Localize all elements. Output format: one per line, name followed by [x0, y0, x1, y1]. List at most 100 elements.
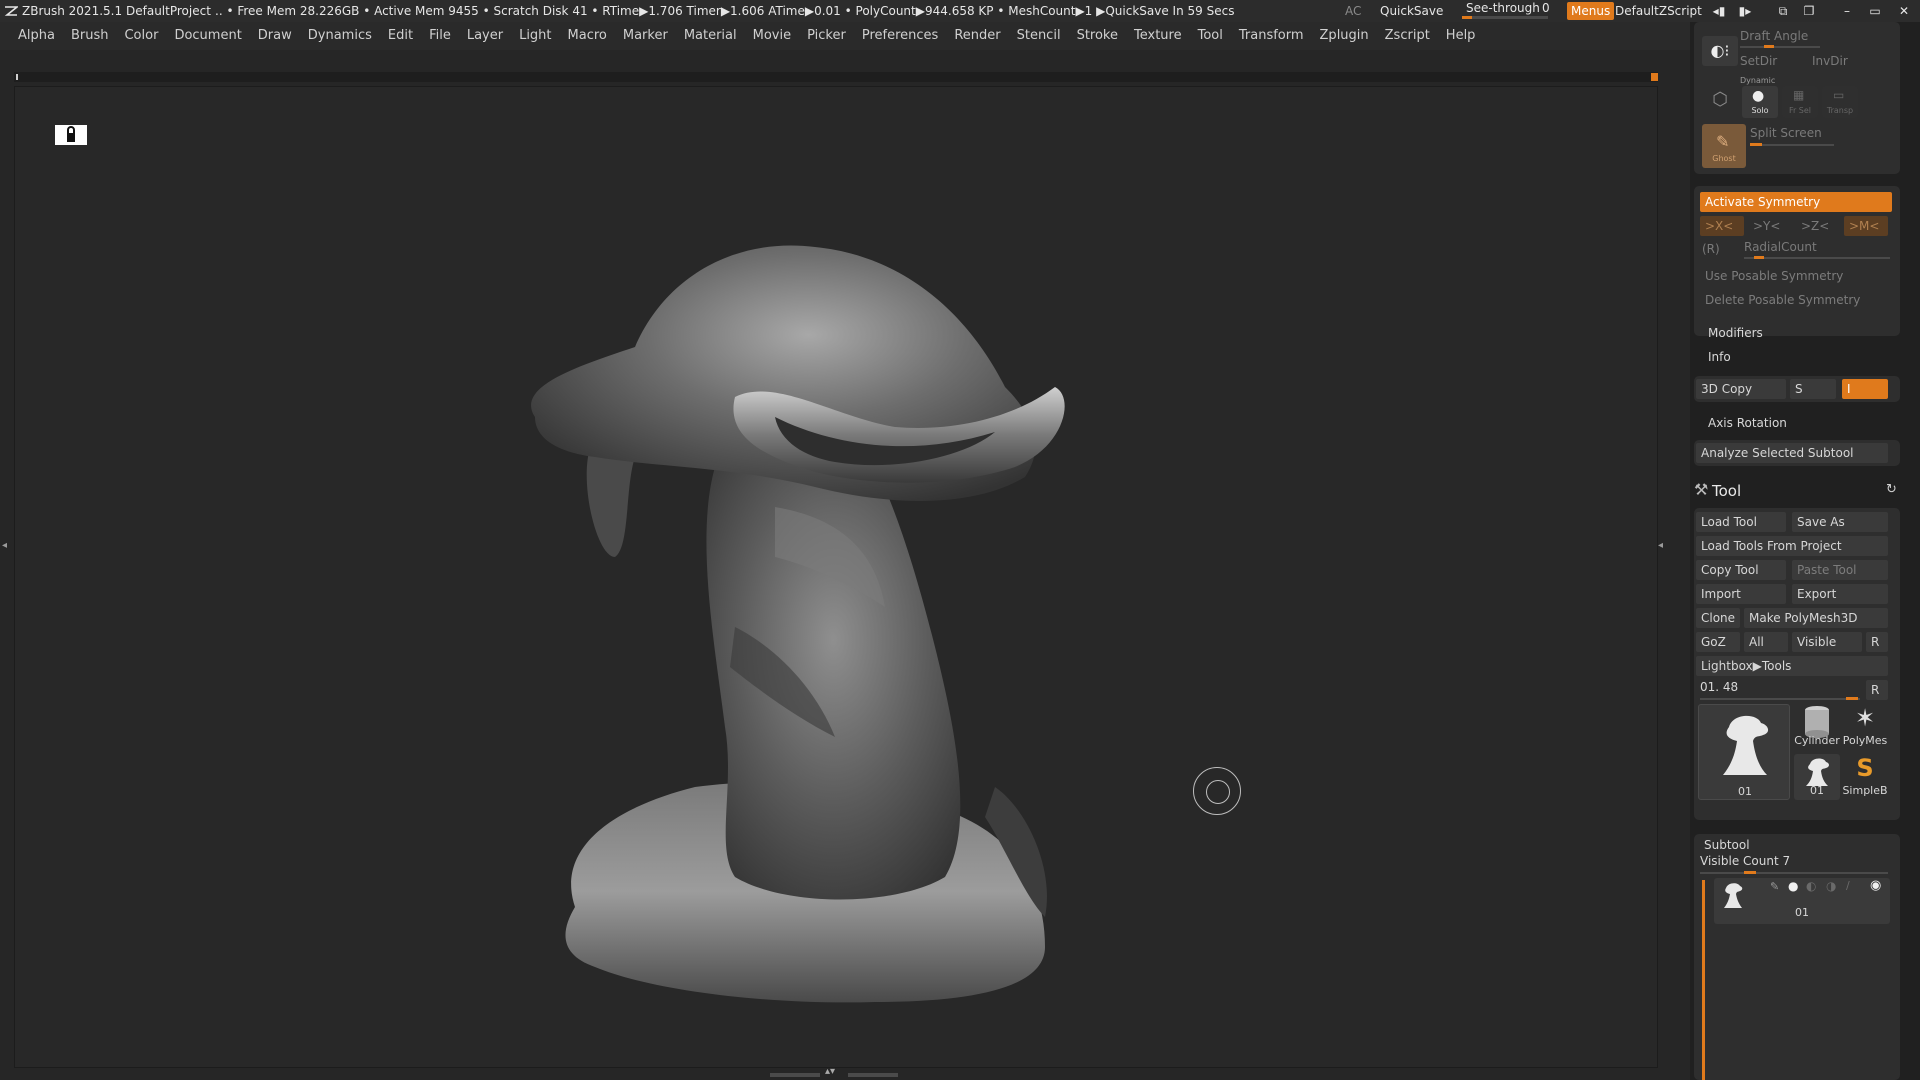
default-zscript-button[interactable]: DefaultZScript [1615, 0, 1702, 22]
close-icon[interactable]: ✕ [1893, 0, 1915, 22]
dynamic-toggle-icon[interactable]: ◑ [1826, 879, 1836, 893]
see-through-slider[interactable]: See-through 0 [1462, 0, 1550, 20]
menu-brush[interactable]: Brush [63, 22, 117, 50]
paste-tool-button[interactable]: Paste Tool [1792, 560, 1888, 580]
left-tray-handle-icon[interactable]: ◂ [2, 540, 10, 564]
menu-zscript[interactable]: Zscript [1377, 22, 1438, 50]
menu-edit[interactable]: Edit [380, 22, 421, 50]
tool-thumb-simplebrush[interactable]: S SimpleB [1842, 754, 1888, 800]
menu-tool[interactable]: Tool [1190, 22, 1231, 50]
menus-toggle-button[interactable]: Menus [1567, 2, 1615, 20]
ac-toggle[interactable]: AC [1345, 0, 1361, 22]
invdir-button[interactable]: InvDir [1812, 54, 1848, 68]
menu-zplugin[interactable]: Zplugin [1312, 22, 1377, 50]
dock-icon[interactable]: ⧉ [1772, 0, 1794, 22]
sym-y-button[interactable]: >Y< [1748, 216, 1792, 236]
modifiers-header[interactable]: Modifiers [1708, 326, 1763, 340]
menu-stencil[interactable]: Stencil [1009, 22, 1069, 50]
solo-button[interactable]: ● Solo [1742, 86, 1778, 118]
menu-dynamics[interactable]: Dynamics [300, 22, 380, 50]
subtool-item[interactable]: ✎ ● ◐ ◑ ∕ ◉ 01 [1714, 878, 1890, 924]
menu-light[interactable]: Light [511, 22, 559, 50]
tool-thumb-cylinder[interactable]: Cylinder [1794, 704, 1840, 750]
import-button[interactable]: Import [1696, 584, 1786, 604]
goz-all-button[interactable]: All [1744, 632, 1788, 652]
copy3d-s-button[interactable]: S [1790, 379, 1836, 399]
tool-header[interactable]: Tool [1698, 482, 1741, 500]
menu-stroke[interactable]: Stroke [1069, 22, 1126, 50]
eye-visibility-icon[interactable]: ◉ [1870, 878, 1881, 893]
menu-marker[interactable]: Marker [615, 22, 676, 50]
expand-arrows-icon[interactable]: ▴▾ [825, 1066, 835, 1077]
activate-symmetry-button[interactable]: Activate Symmetry [1700, 192, 1892, 212]
delete-posable-symmetry-button[interactable]: Delete Posable Symmetry [1700, 290, 1892, 310]
sym-z-button[interactable]: >Z< [1796, 216, 1840, 236]
timeline-start-marker[interactable] [16, 74, 18, 80]
menu-movie[interactable]: Movie [745, 22, 799, 50]
sym-x-button[interactable]: >X< [1700, 216, 1744, 236]
copy3d-button[interactable]: 3D Copy [1696, 379, 1786, 399]
menu-alpha[interactable]: Alpha [0, 22, 63, 50]
frame-sel-button[interactable]: ▦ Fr Sel [1782, 86, 1818, 118]
tool-thumb-polymesh[interactable]: ✶ PolyMes [1842, 704, 1888, 750]
menu-material[interactable]: Material [676, 22, 745, 50]
current-tool-r-button[interactable]: R [1866, 680, 1888, 700]
ghost-button[interactable]: ✎ Ghost [1702, 124, 1746, 168]
export-button[interactable]: Export [1792, 584, 1888, 604]
layout-prev-icon[interactable]: ◂▮ [1708, 0, 1730, 22]
goz-button[interactable]: GoZ [1696, 632, 1740, 652]
menu-color[interactable]: Color [116, 22, 166, 50]
axis-rotation-header[interactable]: Axis Rotation [1708, 416, 1787, 430]
canvas-viewport[interactable] [14, 86, 1658, 1068]
tool-thumb-01-small[interactable]: 01 [1794, 754, 1840, 800]
timeline-strip[interactable] [14, 72, 1658, 82]
subtool-header[interactable]: Subtool [1704, 838, 1750, 852]
goz-r-button[interactable]: R [1866, 632, 1888, 652]
minimize-icon[interactable]: – [1836, 0, 1858, 22]
bottom-tray-handle[interactable]: ▴▾ [770, 1066, 900, 1080]
load-tools-from-project-button[interactable]: Load Tools From Project [1696, 536, 1888, 556]
restore-layout-icon[interactable]: ❐ [1798, 0, 1820, 22]
cube-icon[interactable]: ⬡ [1702, 82, 1738, 118]
info-header[interactable]: Info [1708, 350, 1731, 364]
setdir-button[interactable]: SetDir [1740, 54, 1777, 68]
clone-button[interactable]: Clone [1696, 608, 1740, 628]
tool-thumb-main[interactable]: 01 [1698, 704, 1790, 800]
menu-preferences[interactable]: Preferences [854, 22, 946, 50]
draft-angle-label[interactable]: Draft Angle [1740, 29, 1808, 43]
menu-render[interactable]: Render [946, 22, 1008, 50]
menu-file[interactable]: File [421, 22, 459, 50]
menu-macro[interactable]: Macro [560, 22, 615, 50]
persp-toggle-icon[interactable]: ◐⁝ [1702, 36, 1738, 66]
menu-help[interactable]: Help [1438, 22, 1484, 50]
timeline-end-marker[interactable] [1651, 73, 1658, 81]
load-tool-button[interactable]: Load Tool [1696, 512, 1786, 532]
menu-document[interactable]: Document [166, 22, 249, 50]
sym-m-button[interactable]: >M< [1844, 216, 1888, 236]
sculpt-model[interactable] [15, 87, 1659, 1069]
use-posable-symmetry-button[interactable]: Use Posable Symmetry [1700, 266, 1892, 286]
quicksave-button[interactable]: QuickSave [1380, 0, 1443, 22]
split-screen-label[interactable]: Split Screen [1750, 126, 1822, 140]
save-as-button[interactable]: Save As [1792, 512, 1888, 532]
lightbox-tools-button[interactable]: Lightbox▶Tools [1696, 656, 1888, 676]
polypaint-toggle-icon[interactable]: ● [1788, 879, 1798, 893]
right-tray-handle-icon[interactable]: ◂ [1658, 540, 1666, 564]
material-toggle-icon[interactable]: ◐ [1806, 879, 1816, 893]
blend-toggle-icon[interactable]: ∕ [1846, 879, 1850, 892]
menu-texture[interactable]: Texture [1126, 22, 1190, 50]
layout-next-icon[interactable]: ▮▸ [1734, 0, 1756, 22]
sym-r-button[interactable]: (R) [1702, 242, 1720, 256]
copy3d-i-button[interactable]: I [1842, 379, 1888, 399]
brush-toggle-icon[interactable]: ✎ [1770, 880, 1779, 893]
make-polymesh3d-button[interactable]: Make PolyMesh3D [1744, 608, 1888, 628]
maximize-icon[interactable]: ▭ [1864, 0, 1886, 22]
menu-transform[interactable]: Transform [1231, 22, 1312, 50]
menu-layer[interactable]: Layer [459, 22, 511, 50]
menu-draw[interactable]: Draw [250, 22, 300, 50]
refresh-icon[interactable]: ↻ [1886, 482, 1897, 497]
copy-tool-button[interactable]: Copy Tool [1696, 560, 1786, 580]
transp-button[interactable]: ▭ Transp [1822, 86, 1858, 118]
subtool-scrollbar[interactable] [1702, 880, 1705, 1080]
analyze-selected-subtool-button[interactable]: Analyze Selected Subtool [1696, 443, 1888, 463]
